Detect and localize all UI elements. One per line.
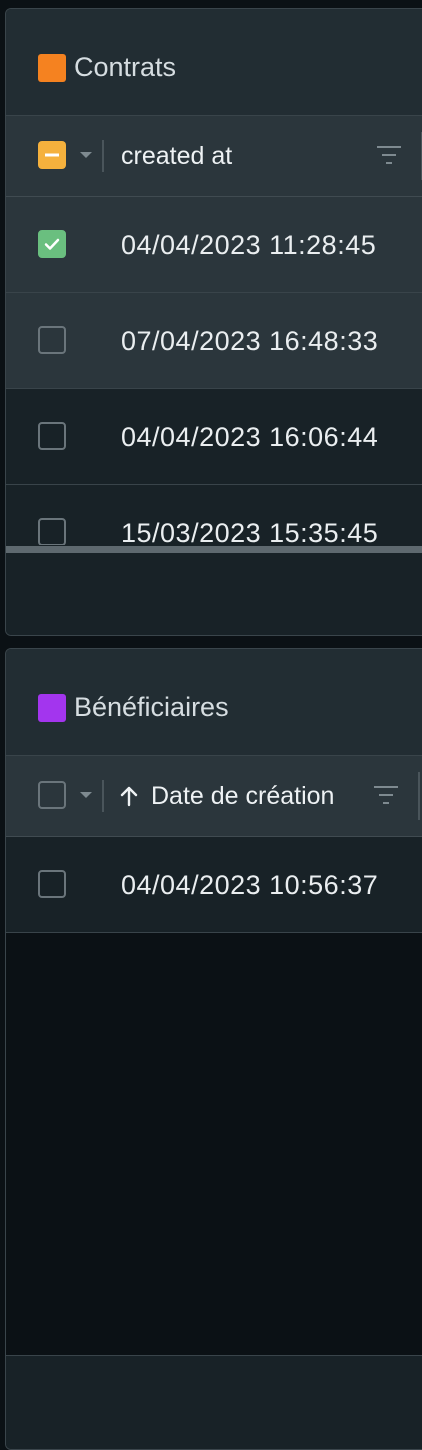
check-icon: [44, 238, 60, 250]
select-all-checkbox[interactable]: [38, 141, 66, 169]
cell-created-at: 07/04/2023 16:48:33: [121, 326, 379, 356]
table-row[interactable]: 04/04/2023 11:28:45: [6, 197, 422, 293]
column-divider: [102, 140, 104, 172]
minus-icon: [45, 153, 59, 157]
beneficiaires-footer: [6, 1355, 422, 1449]
column-divider: [102, 780, 104, 812]
beneficiaires-panel: Bénéficiaires Date de création 04/04/202…: [5, 648, 422, 1450]
filter-icon[interactable]: [376, 144, 402, 166]
chevron-down-icon[interactable]: [80, 152, 92, 158]
cell-created-at: 04/04/2023 10:56:37: [121, 870, 379, 900]
row-checkbox[interactable]: [38, 230, 66, 258]
purple-square-icon: [38, 693, 66, 722]
table-row[interactable]: 04/04/2023 16:06:44: [6, 389, 422, 485]
beneficiaires-header: Bénéficiaires: [6, 649, 422, 756]
table-row[interactable]: 15/03/2023 15:35:45: [6, 485, 422, 545]
contrats-panel: Contrats created at 04/04/2023 11:28:45 …: [5, 8, 422, 636]
contrats-title-text: Contrats: [74, 52, 177, 82]
empty-area: [6, 933, 422, 1355]
contrats-title: Contrats: [38, 52, 176, 83]
cell-created-at: 15/03/2023 15:35:45: [121, 518, 379, 545]
arrow-up-icon[interactable]: [118, 784, 140, 808]
beneficiaires-title-text: Bénéficiaires: [74, 692, 229, 722]
beneficiaires-column-header: Date de création: [6, 756, 422, 837]
orange-square-icon: [38, 53, 66, 82]
column-label-created-at[interactable]: created at: [121, 142, 232, 171]
row-checkbox[interactable]: [38, 518, 66, 545]
row-checkbox[interactable]: [38, 326, 66, 354]
cell-created-at: 04/04/2023 11:28:45: [121, 230, 377, 260]
cell-created-at: 04/04/2023 16:06:44: [121, 422, 379, 452]
select-all-checkbox[interactable]: [38, 781, 66, 809]
row-checkbox[interactable]: [38, 870, 66, 898]
contrats-footer: [6, 555, 422, 635]
beneficiaires-title: Bénéficiaires: [38, 692, 229, 723]
contrats-column-header: created at: [6, 116, 422, 197]
row-checkbox[interactable]: [38, 422, 66, 450]
table-row[interactable]: 04/04/2023 10:56:37: [6, 837, 422, 933]
chevron-down-icon[interactable]: [80, 792, 92, 798]
contrats-header: Contrats: [6, 9, 422, 116]
table-row[interactable]: 07/04/2023 16:48:33: [6, 293, 422, 389]
column-divider: [418, 772, 420, 820]
horizontal-scrollbar[interactable]: [6, 546, 422, 553]
column-label-date-de-creation[interactable]: Date de création: [151, 782, 334, 811]
filter-icon[interactable]: [373, 784, 399, 806]
